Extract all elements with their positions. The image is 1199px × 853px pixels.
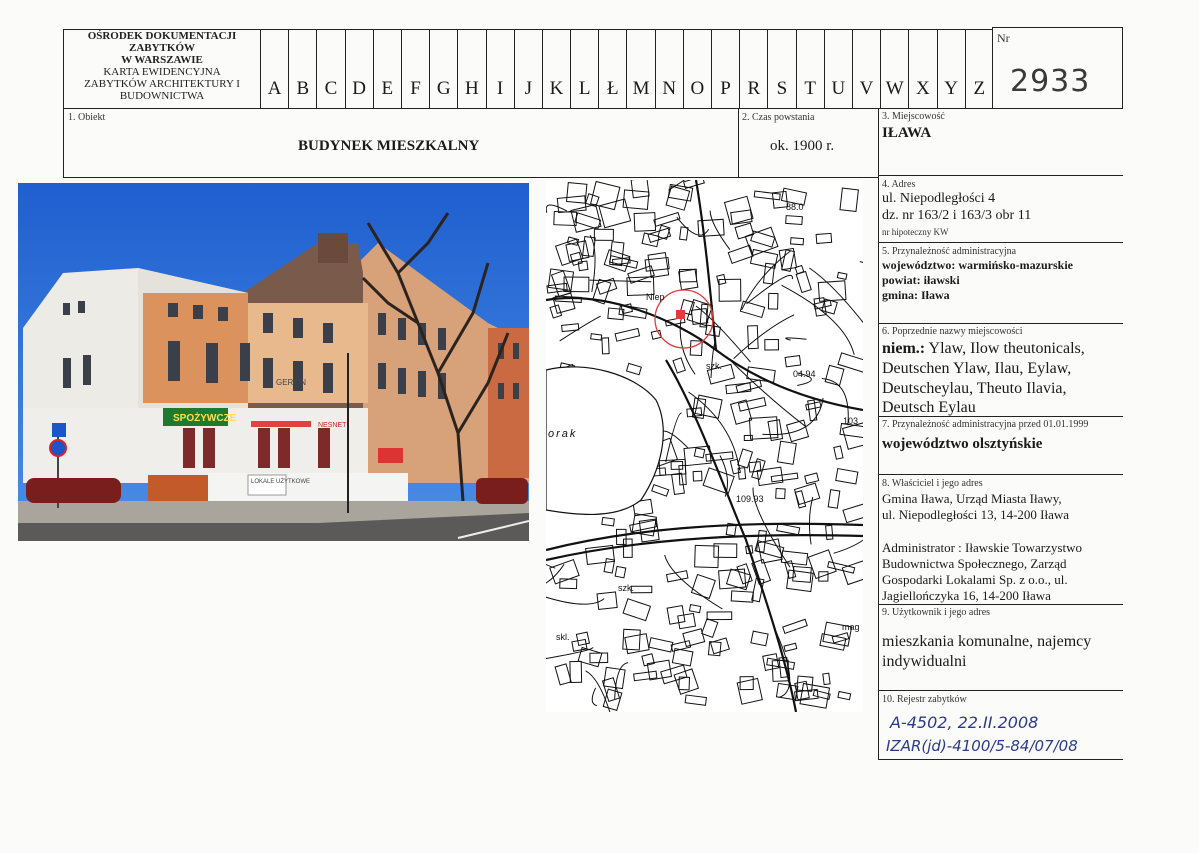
przynaleznosc-label: 5. Przynależność administracyjna — [882, 246, 1017, 257]
nr-label: Nr — [997, 31, 1010, 45]
letter-cell: O — [682, 30, 711, 108]
letter-index: ABCDEFGHIJKLŁMNOPRSTUVWXYZ — [260, 30, 993, 108]
wlasciciel-label: 8. Właściciel i jego adres — [882, 478, 983, 489]
map-label: skl. — [556, 632, 570, 642]
map-label: 04.94 — [793, 369, 816, 379]
institution-block: OŚRODEK DOKUMENTACJI ZABYTKÓW W WARSZAWI… — [64, 30, 260, 108]
location-map: Niep orak 04.94 109.93 szk. szk. skl. ma… — [546, 180, 863, 712]
letter-cell: H — [457, 30, 485, 108]
nazwy-line: niem.: Ylaw, Ilow theutonicals, — [882, 340, 1085, 358]
letter-cell: U — [823, 30, 852, 108]
nazwy-line: Deutsch Eylau — [882, 399, 976, 416]
institution-line: KARTA EWIDENCYJNA — [103, 66, 221, 78]
czas-value: ok. 1900 r. — [770, 138, 835, 154]
miejscowosc-value: IŁAWA — [882, 125, 932, 141]
nazwy-text: Ylaw, Ilow theutonicals, — [925, 340, 1085, 357]
map-label: mag — [842, 622, 860, 632]
adres-line: dz. nr 163/2 i 163/3 obr 11 — [882, 208, 1032, 223]
nazwy-prefix: niem.: — [882, 340, 926, 357]
adres-label: 4. Adres — [882, 179, 916, 190]
uzytkownik-label: 9. Użytkownik i jego adres — [882, 607, 991, 618]
gertin-sign: GERTIN — [276, 378, 306, 387]
letter-cell: A — [260, 30, 288, 108]
divider — [878, 604, 1123, 605]
divider — [878, 242, 1123, 243]
obiekt-label: 1. Obiekt — [68, 112, 106, 123]
uzytkownik-line: mieszkania komunalne, najemcy — [882, 633, 1092, 650]
nr-value: 2933 — [1010, 64, 1091, 99]
letter-cell: S — [767, 30, 795, 108]
czas-label: 2. Czas powstania — [742, 112, 815, 123]
letter-cell: Ł — [598, 30, 626, 108]
letter-cell: D — [344, 30, 373, 108]
letter-cell: B — [288, 30, 316, 108]
letter-cell: K — [541, 30, 570, 108]
institution-line: BUDOWNICTWA — [119, 90, 205, 102]
divider — [878, 474, 1123, 475]
institution-line: OŚRODEK DOKUMENTACJI — [87, 30, 237, 42]
right-col-border — [878, 175, 879, 760]
map-label: szk. — [618, 583, 634, 593]
map-label: orak — [548, 428, 577, 440]
letter-cell: W — [880, 30, 908, 108]
map-label: 109.93 — [736, 494, 764, 504]
adres-line: nr hipoteczny KW — [882, 227, 949, 237]
divider — [878, 175, 1123, 176]
letter-cell: Y — [936, 30, 965, 108]
rejestr-label: 10. Rejestr zabytków — [882, 694, 967, 705]
letter-cell: T — [795, 30, 824, 108]
letter-cell: F — [400, 30, 429, 108]
wlasciciel-line: Budownictwa Społecznego, Zarząd — [882, 556, 1067, 571]
letter-cell: M — [626, 30, 654, 108]
divider — [878, 690, 1123, 691]
przynaleznosc-line: gmina: Iława — [882, 288, 950, 302]
map-label: Niep — [646, 292, 665, 302]
letter-cell: V — [851, 30, 880, 108]
wlasciciel-line: ul. Niepodległości 13, 14-200 Iława — [882, 507, 1070, 522]
wlasciciel-line: Administrator : Iławskie Towarzystwo — [882, 540, 1082, 555]
building-photo: SPOŻYWCZE NESNET GERTIN LOKALE UŻYTKOWE — [18, 183, 529, 541]
wlasciciel-line: Gmina Iława, Urząd Miasta Iławy, — [882, 491, 1062, 506]
rejestr-line: IZAR(jd)-4100/5-84/07/08 — [886, 737, 1078, 755]
letter-cell: G — [429, 30, 457, 108]
przed1999-value: województwo olsztyńskie — [882, 436, 1043, 452]
wlasciciel-line: Jagiellończyka 16, 14-200 Iława — [882, 588, 1051, 603]
letter-cell: Z — [964, 30, 993, 108]
letter-cell: R — [739, 30, 767, 108]
letter-cell: E — [372, 30, 401, 108]
miejscowosc-label: 3. Miejscowość — [882, 111, 945, 122]
letter-cell: L — [570, 30, 598, 108]
divider — [878, 323, 1123, 324]
przynaleznosc-line: powiat: iławski — [882, 273, 960, 287]
nazwy-line: Deutscheylau, Theuto Ilavia, — [882, 380, 1067, 397]
divider — [878, 759, 1123, 760]
przynaleznosc-line: województwo: warmińsko-mazurskie — [882, 258, 1073, 272]
letter-cell: N — [654, 30, 683, 108]
map-illustration: Niep orak 04.94 109.93 szk. szk. skl. ma… — [546, 180, 863, 712]
letter-cell: C — [316, 30, 344, 108]
nazwy-label: 6. Poprzednie nazwy miejscowości — [882, 326, 1023, 337]
wlasciciel-line: Gospodarki Lokalami Sp. z o.o., ul. — [882, 572, 1068, 587]
letter-cell: X — [908, 30, 936, 108]
letter-cell: P — [711, 30, 739, 108]
map-label: 88.0 — [786, 202, 804, 212]
wall-sign: LOKALE UŻYTKOWE — [251, 478, 310, 485]
institution-line: ZABYTKÓW ARCHITEKTURY I — [84, 78, 240, 90]
nazwy-line: Deutschen Ylaw, Ilau, Eylaw, — [882, 360, 1072, 377]
uzytkownik-line: indywidualni — [882, 653, 967, 670]
institution-line: ZABYTKÓW — [128, 42, 195, 54]
map-label: 103 — [843, 416, 858, 426]
shop-sign: SPOŻYWCZE — [173, 411, 237, 424]
record-card: OŚRODEK DOKUMENTACJI ZABYTKÓW W WARSZAWI… — [0, 0, 1199, 853]
przed1999-label: 7. Przynależność administracyjna przed 0… — [882, 419, 1089, 430]
net-sign: NESNET — [318, 422, 347, 429]
letter-cell: I — [485, 30, 514, 108]
map-label: szk. — [706, 361, 722, 371]
obiekt-value: BUDYNEK MIESZKALNY — [298, 138, 480, 154]
rejestr-line: A-4502, 22.II.2008 — [890, 713, 1039, 732]
institution-line: W WARSZAWIE — [121, 54, 203, 66]
adres-line: ul. Niepodległości 4 — [882, 191, 996, 206]
letter-cell: J — [513, 30, 542, 108]
photo-illustration: SPOŻYWCZE NESNET GERTIN LOKALE UŻYTKOWE — [18, 183, 529, 541]
